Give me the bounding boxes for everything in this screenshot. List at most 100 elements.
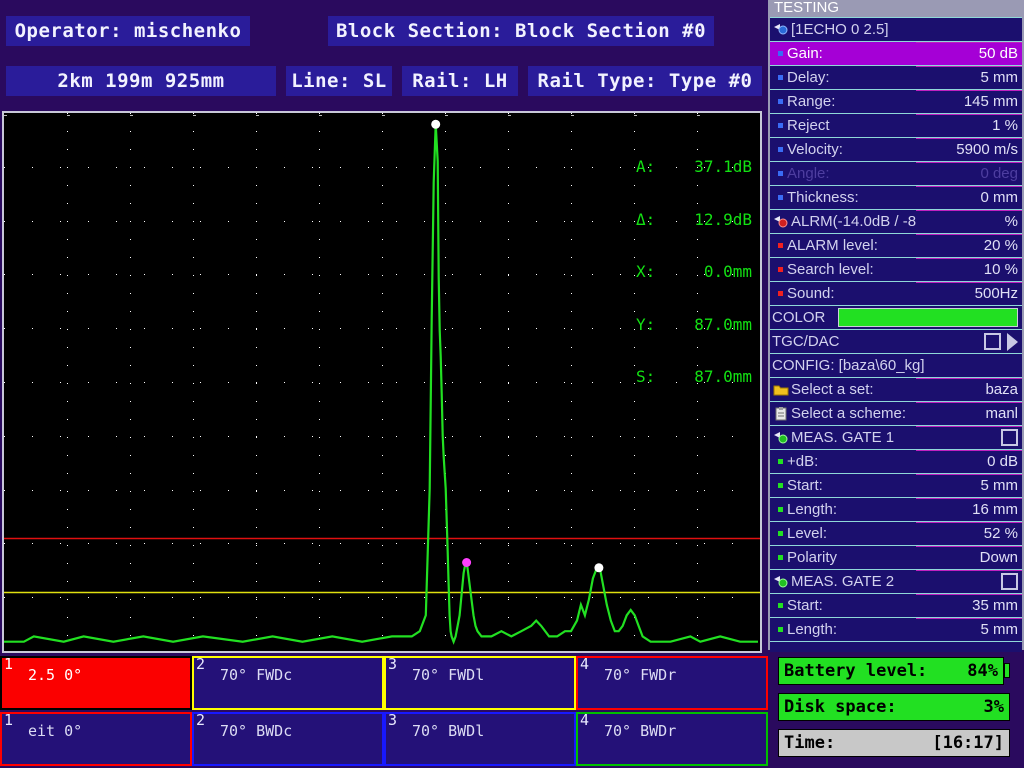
channel-label: 70° BWDc <box>220 722 292 740</box>
param-value-gate1-length[interactable]: 16 mm <box>916 498 1022 521</box>
param-label-gain: Gain: <box>787 45 823 62</box>
param-value-gate2-length[interactable]: 5 mm <box>916 618 1022 641</box>
chevron-right-icon[interactable] <box>1007 333 1018 351</box>
param-value-reject[interactable]: 1 % <box>916 114 1022 137</box>
meas-gate-2-checkbox-cell[interactable] <box>916 570 1022 593</box>
param-row-range[interactable]: Range: 145 mm <box>770 89 1022 113</box>
param-row-sound[interactable]: Sound: 500Hz <box>770 281 1022 305</box>
param-row-gate1-plusdb[interactable]: +dB: 0 dB <box>770 449 1022 473</box>
meas-gate-1-checkbox[interactable] <box>1001 429 1018 446</box>
readout-s-label: S: <box>636 368 654 386</box>
param-value-gate1-level[interactable]: 52 % <box>916 522 1022 545</box>
channel-button-row1-2[interactable]: 2 70° FWDc <box>192 656 384 710</box>
channel-number: 2 <box>196 656 205 672</box>
bullet-icon <box>778 507 783 512</box>
param-label-delay: Delay: <box>787 69 830 86</box>
meas-gate-1-header-row[interactable]: MEAS. GATE 1 <box>770 425 1022 449</box>
param-row-alarm-level[interactable]: ALARM level: 20 % <box>770 233 1022 257</box>
a-scan-chart[interactable]: A:37.1dB Δ:12.9dB X:0.0mm Y:87.0mm S:87.… <box>2 111 762 653</box>
param-row-gain[interactable]: Gain: 50 dB <box>770 41 1022 65</box>
readout-y-label: Y: <box>636 316 654 334</box>
channel-button-row1-3[interactable]: 370° FWDl <box>384 656 576 710</box>
select-scheme-value[interactable]: manl <box>916 402 1022 425</box>
rail-type-badge[interactable]: Rail Type: Type #0 <box>528 66 762 96</box>
select-set-row[interactable]: Select a set: baza <box>770 377 1022 401</box>
channel-label: eit 0° <box>28 722 82 740</box>
disk-status: Disk space: 3% <box>778 693 1010 721</box>
param-value-angle: 0 deg <box>916 162 1022 185</box>
tgc-dac-label: TGC/DAC <box>772 333 840 350</box>
param-value-sound[interactable]: 500Hz <box>916 282 1022 305</box>
param-value-delay[interactable]: 5 mm <box>916 66 1022 89</box>
select-scheme-row[interactable]: Select a scheme: manl <box>770 401 1022 425</box>
probe-header-row[interactable]: [1ECHO 0 2.5] <box>770 17 1022 41</box>
param-row-thickness[interactable]: Thickness: 0 mm <box>770 185 1022 209</box>
bullet-icon <box>778 147 783 152</box>
gate-sphere-icon <box>773 431 789 445</box>
param-value-search-level[interactable]: 10 % <box>916 258 1022 281</box>
param-row-search-level[interactable]: Search level: 10 % <box>770 257 1022 281</box>
param-row-gate1-length[interactable]: Length: 16 mm <box>770 497 1022 521</box>
meas-gate-2-checkbox[interactable] <box>1001 573 1018 590</box>
bullet-icon <box>778 99 783 104</box>
readout-a-label: A: <box>636 158 654 176</box>
param-label-search-level: Search level: <box>787 261 874 278</box>
channel-label: 2.5 0° <box>28 666 82 684</box>
param-value-gate1-plusdb[interactable]: 0 dB <box>916 450 1022 473</box>
alarm-sphere-icon <box>773 215 789 229</box>
disk-label: Disk space: <box>784 694 897 720</box>
tgc-dac-checkbox[interactable] <box>984 333 1001 350</box>
param-value-gate1-start[interactable]: 5 mm <box>916 474 1022 497</box>
param-row-delay[interactable]: Delay: 5 mm <box>770 65 1022 89</box>
bullet-icon <box>778 531 783 536</box>
channel-number: 3 <box>388 712 397 728</box>
param-row-gate1-start[interactable]: Start: 5 mm <box>770 473 1022 497</box>
channel-label: 70° FWDc <box>220 666 292 684</box>
channel-button-row2-2[interactable]: 270° BWDc <box>192 712 384 766</box>
param-row-reject[interactable]: Reject 1 % <box>770 113 1022 137</box>
tgc-dac-row[interactable]: TGC/DAC <box>770 329 1022 353</box>
bullet-icon <box>778 51 783 56</box>
probe-header-label: [1ECHO 0 2.5] <box>791 21 889 38</box>
param-value-gate1-polarity[interactable]: Down <box>916 546 1022 569</box>
channel-button-row2-4[interactable]: 470° BWDr <box>576 712 768 766</box>
param-row-gate1-polarity[interactable]: Polarity Down <box>770 545 1022 569</box>
battery-status: Battery level: 84% <box>778 657 1004 685</box>
param-value-gain[interactable]: 50 dB <box>916 42 1022 65</box>
alarm-header-row[interactable]: ALRM(-14.0dB / -8.0dB) % <box>770 209 1022 233</box>
position-badge[interactable]: 2km 199m 925mm <box>6 66 276 96</box>
param-value-gate2-start[interactable]: 35 mm <box>916 594 1022 617</box>
channel-button-row2-3[interactable]: 370° BWDl <box>384 712 576 766</box>
color-swatch[interactable] <box>838 308 1018 327</box>
param-row-gate2-length[interactable]: Length: 5 mm <box>770 617 1022 641</box>
param-value-velocity[interactable]: 5900 m/s <box>916 138 1022 161</box>
operator-badge[interactable]: Operator: mischenko <box>6 16 250 46</box>
config-label: CONFIG: [baza\60_kg] <box>772 357 925 374</box>
config-row[interactable]: CONFIG: [baza\60_kg] <box>770 353 1022 377</box>
alarm-header-value: % <box>916 210 1022 233</box>
param-value-thickness[interactable]: 0 mm <box>916 186 1022 209</box>
param-row-velocity[interactable]: Velocity: 5900 m/s <box>770 137 1022 161</box>
channel-number: 1 <box>4 712 13 728</box>
bullet-icon <box>778 459 783 464</box>
channel-button-row1-4[interactable]: 470° FWDr <box>576 656 768 710</box>
param-label-thickness: Thickness: <box>787 189 859 206</box>
param-row-gate1-level[interactable]: Level: 52 % <box>770 521 1022 545</box>
meas-gate-1-checkbox-cell[interactable] <box>916 426 1022 449</box>
time-status: Time: [16:17] <box>778 729 1010 757</box>
channel-button-row2-1[interactable]: 1 eit 0° <box>0 712 192 766</box>
param-value-range[interactable]: 145 mm <box>916 90 1022 113</box>
param-row-gate2-start[interactable]: Start: 35 mm <box>770 593 1022 617</box>
meas-gate-2-header-row[interactable]: MEAS. GATE 2 <box>770 569 1022 593</box>
param-label-velocity: Velocity: <box>787 141 843 158</box>
block-section-badge[interactable]: Block Section: Block Section #0 <box>328 16 714 46</box>
readout-a-value: 37.1dB <box>660 158 752 176</box>
channel-button-row1-1[interactable]: 12.5 0° <box>0 656 192 710</box>
panel-title: TESTING <box>770 0 1022 17</box>
channel-button-area: 12.5 0°2 70° FWDc 370° FWDl470° FWDr 1 eit … <box>0 655 768 768</box>
select-set-value[interactable]: baza <box>916 378 1022 401</box>
color-row[interactable]: COLOR <box>770 305 1022 329</box>
line-badge[interactable]: Line: SL <box>286 66 392 96</box>
param-value-alarm-level[interactable]: 20 % <box>916 234 1022 257</box>
rail-badge[interactable]: Rail: LH <box>402 66 518 96</box>
